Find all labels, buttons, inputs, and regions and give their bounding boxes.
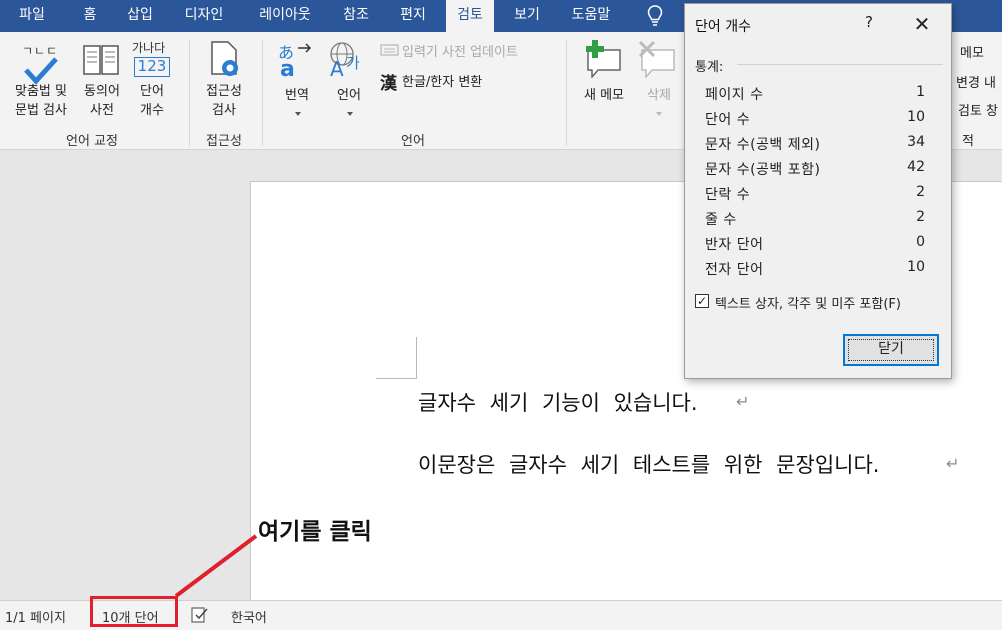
tab-file[interactable]: 파일 [8,0,56,32]
stat-row: 전자 단어 10 [705,259,925,281]
word-count-icon: 가나다 123 [132,38,172,80]
svg-text:가: 가 [346,54,360,72]
thesaurus-button[interactable]: 동의어 사전 [74,82,130,120]
translate-icon: あ a [278,42,316,82]
svg-text:A: A [330,57,344,78]
page-margin-marker [376,378,417,379]
stat-value: 42 [907,159,925,175]
thesaurus-book-icon [82,42,120,80]
tab-references[interactable]: 참조 [332,0,380,32]
stat-name: 문자 수(공백 제외) [705,137,821,153]
ribbon-separator [189,40,190,146]
stat-value: 34 [907,134,925,150]
stat-row: 단어 수 10 [705,109,925,131]
dialog-title: 단어 개수 [695,19,751,35]
proofing-status-icon[interactable] [190,606,210,628]
review-pane-partial[interactable]: 검토 창 [958,100,998,119]
stat-value: 10 [907,109,925,125]
tab-layout[interactable]: 레이아웃 [246,0,324,32]
group-proofing: 언어 교정 [66,134,118,149]
delete-comment-icon [638,40,678,82]
checkbox-checked-icon[interactable]: ✓ [695,294,709,308]
tab-view[interactable]: 보기 [504,0,550,32]
tab-home[interactable]: 홈 [72,0,108,32]
stat-row: 단락 수 2 [705,184,925,206]
focus-rect [848,339,934,361]
paragraph-mark-icon: ↵ [736,392,750,411]
new-comment-icon [584,40,624,82]
stat-name: 줄 수 [705,212,737,228]
statistics-label: 통계: [695,60,724,75]
stat-row: 줄 수 2 [705,209,925,231]
show-comments-partial[interactable]: 메모 [960,42,984,61]
stat-row: 반자 단어 0 [705,234,925,256]
group-language: 언어 [401,134,425,149]
status-page-count[interactable]: 1/1 페이지 [5,607,66,626]
paragraph-mark-icon: ↵ [946,454,960,473]
annotation-arrow-line [174,534,258,598]
stat-value: 0 [916,234,925,250]
word-count-dialog: 단어 개수 ? ✕ 통계: 페이지 수 1 단어 수 10 문자 수(공백 제외… [684,3,952,379]
ime-dictionary-update-button[interactable]: 입력기 사전 업데이트 [402,41,518,60]
ime-dictionary-icon [380,42,400,61]
stat-value: 10 [907,259,925,275]
document-line-1[interactable]: 글자수 세기 기능이 있습니다. [418,387,698,417]
stat-value: 2 [916,184,925,200]
track-changes-partial[interactable]: 변경 내 [956,72,996,91]
stat-name: 전자 단어 [705,262,764,278]
language-dropdown-icon[interactable] [347,112,353,116]
language-globe-icon: A 가 [328,40,368,82]
annotation-highlight-box [90,596,178,627]
checkbox-label: 텍스트 상자, 각주 및 미주 포함(F) [715,297,901,312]
word-count-button[interactable]: 단어 개수 [130,82,174,120]
delete-comment-button[interactable]: 삭제 [640,84,678,103]
stat-name: 페이지 수 [705,87,764,103]
tab-review[interactable]: 검토 [446,0,494,32]
stat-name: 반자 단어 [705,237,764,253]
stat-row: 페이지 수 1 [705,84,925,106]
stat-value: 1 [916,84,925,100]
hanja-convert-button[interactable]: 한글/한자 변환 [402,71,482,90]
include-textboxes-checkbox[interactable]: ✓ 텍스트 상자, 각주 및 미주 포함(F) [695,292,945,312]
accessibility-check-icon [208,40,242,82]
spelling-check-icon[interactable]: ㄱㄴㄷ [20,40,64,86]
tell-me-lightbulb-icon[interactable] [640,0,670,32]
close-icon[interactable]: ✕ [905,10,939,38]
stat-value: 2 [916,209,925,225]
svg-text:a: a [280,57,295,78]
stat-name: 문자 수(공백 포함) [705,162,821,178]
stat-row: 문자 수(공백 포함) 42 [705,159,925,181]
close-button[interactable]: 닫기 [843,334,939,366]
stat-name: 단어 수 [705,112,751,128]
language-button[interactable]: 언어 [330,84,368,103]
document-line-2[interactable]: 이문장은 글자수 세기 테스트를 위한 문장입니다. [418,449,879,479]
hanja-icon: 漢 [380,74,397,94]
tab-insert[interactable]: 삽입 [116,0,164,32]
ribbon-separator [566,40,567,146]
translate-button[interactable]: 번역 [278,84,316,103]
stat-name: 단락 수 [705,187,751,203]
page-margin-marker [416,337,417,378]
accessibility-check-button[interactable]: 접근성 검사 [198,82,250,120]
help-icon[interactable]: ? [859,13,879,35]
annotation-callout: 여기를 클릭 [258,519,372,545]
spelling-grammar-button[interactable]: 맞춤법 및 문법 검사 [4,82,78,120]
ribbon-separator [262,40,263,146]
delete-dropdown-icon[interactable] [656,112,662,116]
tab-design[interactable]: 디자인 [172,0,236,32]
translate-dropdown-icon[interactable] [295,112,301,116]
divider [737,64,943,65]
group-accessibility: 접근성 [206,134,242,149]
tab-mailings[interactable]: 편지 [390,0,436,32]
status-language[interactable]: 한국어 [231,607,267,626]
group-tracking-partial: 적 [962,134,974,149]
tab-help[interactable]: 도움말 [560,0,622,32]
stat-row: 문자 수(공백 제외) 34 [705,134,925,156]
new-comment-button[interactable]: 새 메모 [578,84,630,103]
